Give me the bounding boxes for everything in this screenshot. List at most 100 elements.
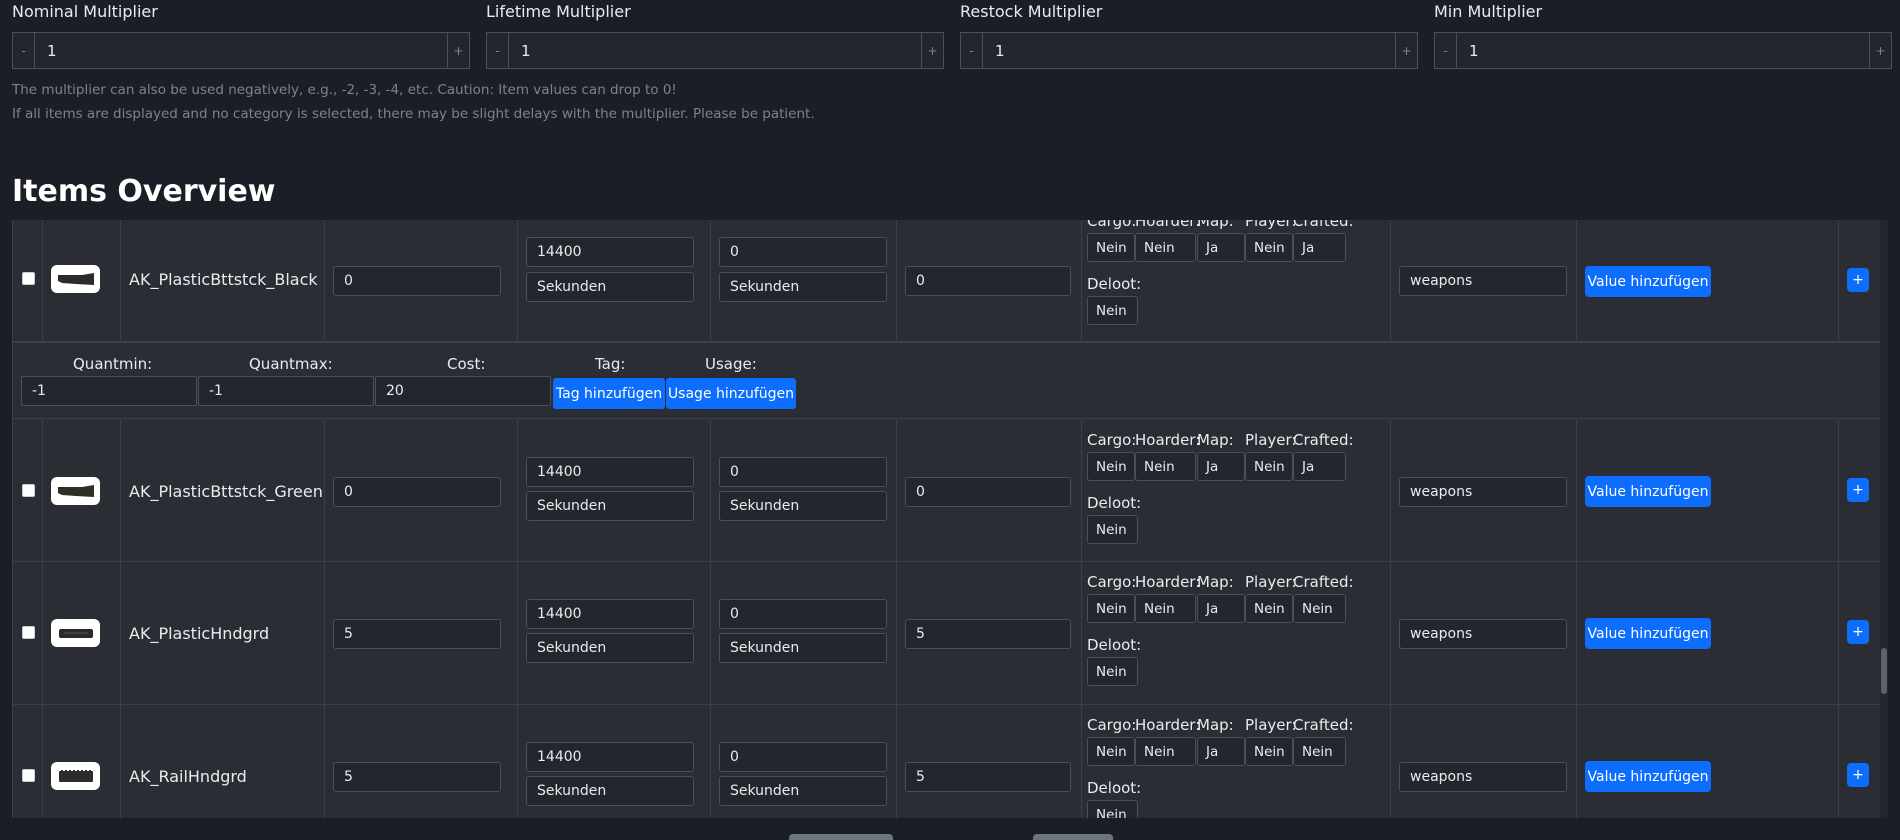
player-select[interactable]: Nein <box>1245 452 1293 481</box>
cargo-select[interactable]: Nein <box>1087 233 1135 262</box>
quantmax-input[interactable]: -1 <box>198 376 374 406</box>
min-increment-button[interactable]: + <box>1869 32 1892 69</box>
min-multiplier-label: Min Multiplier <box>1434 2 1543 21</box>
lifetime-input[interactable]: 14400 <box>526 599 694 629</box>
min-input[interactable]: 5 <box>905 762 1071 792</box>
nominal-input[interactable]: 5 <box>333 619 501 649</box>
crafted-label: Crafted: <box>1293 431 1354 449</box>
deloot-select[interactable]: Nein <box>1087 800 1138 818</box>
lifetime-unit-select[interactable]: Sekunden <box>526 491 694 521</box>
lifetime-input[interactable]: 14400 <box>526 237 694 267</box>
hoarder-select[interactable]: Nein <box>1135 233 1196 262</box>
pagination-button-next[interactable] <box>1033 834 1113 840</box>
lifetime-increment-button[interactable]: + <box>921 32 944 69</box>
map-select[interactable]: Ja <box>1197 233 1245 262</box>
crafted-select[interactable]: Nein <box>1293 737 1346 766</box>
row-select-checkbox[interactable] <box>22 626 35 639</box>
cost-input[interactable]: 20 <box>375 376 551 406</box>
pagination-button-prev[interactable] <box>789 834 893 840</box>
restock-input[interactable]: 0 <box>719 742 887 772</box>
expand-plus-button[interactable]: + <box>1847 763 1869 787</box>
crafted-label: Crafted: <box>1293 220 1354 230</box>
restock-unit-select[interactable]: Sekunden <box>719 272 887 302</box>
min-decrement-button[interactable]: - <box>1434 32 1457 69</box>
expand-plus-button[interactable]: + <box>1847 478 1869 502</box>
min-input[interactable]: 5 <box>905 619 1071 649</box>
tag-add-button[interactable]: Tag hinzufügen <box>553 378 665 409</box>
cargo-label: Cargo: <box>1087 573 1137 591</box>
cargo-select[interactable]: Nein <box>1087 737 1135 766</box>
restock-unit-select[interactable]: Sekunden <box>719 491 887 521</box>
usage-label: Usage: <box>705 355 757 373</box>
min-input[interactable]: 0 <box>905 266 1071 296</box>
map-select[interactable]: Ja <box>1197 452 1245 481</box>
nominal-decrement-button[interactable]: - <box>12 32 35 69</box>
deloot-select[interactable]: Nein <box>1087 296 1138 325</box>
value-add-button[interactable]: Value hinzufügen <box>1585 618 1711 649</box>
crafted-select[interactable]: Nein <box>1293 594 1346 623</box>
map-select[interactable]: Ja <box>1197 737 1245 766</box>
nominal-input[interactable]: 0 <box>333 266 501 296</box>
restock-multiplier-label: Restock Multiplier <box>960 2 1103 21</box>
cargo-select[interactable]: Nein <box>1087 594 1135 623</box>
category-input[interactable]: weapons <box>1399 266 1567 296</box>
tag-label: Tag: <box>595 355 626 373</box>
table-scrollbar-thumb[interactable] <box>1881 648 1887 694</box>
hoarder-select[interactable]: Nein <box>1135 594 1196 623</box>
player-select[interactable]: Nein <box>1245 737 1293 766</box>
min-multiplier-input[interactable]: 1 <box>1457 32 1869 69</box>
lifetime-multiplier-input[interactable]: 1 <box>509 32 921 69</box>
lifetime-input[interactable]: 14400 <box>526 742 694 772</box>
map-select[interactable]: Ja <box>1197 594 1245 623</box>
value-add-button[interactable]: Value hinzufügen <box>1585 266 1711 297</box>
page-title: Items Overview <box>12 174 276 209</box>
hoarder-select[interactable]: Nein <box>1135 452 1196 481</box>
map-label: Map: <box>1197 220 1234 230</box>
usage-add-button[interactable]: Usage hinzufügen <box>666 378 796 409</box>
deloot-select[interactable]: Nein <box>1087 515 1138 544</box>
map-label: Map: <box>1197 573 1234 591</box>
restock-input[interactable]: 0 <box>719 457 887 487</box>
lifetime-unit-select[interactable]: Sekunden <box>526 272 694 302</box>
restock-unit-select[interactable]: Sekunden <box>719 776 887 806</box>
lifetime-unit-select[interactable]: Sekunden <box>526 776 694 806</box>
category-input[interactable]: weapons <box>1399 477 1567 507</box>
cargo-select[interactable]: Nein <box>1087 452 1135 481</box>
nominal-multiplier-input[interactable]: 1 <box>35 32 447 69</box>
expand-plus-button[interactable]: + <box>1847 268 1869 292</box>
player-select[interactable]: Nein <box>1245 233 1293 262</box>
table-scrollbar-track[interactable] <box>1880 220 1888 818</box>
lifetime-decrement-button[interactable]: - <box>486 32 509 69</box>
crafted-select[interactable]: Ja <box>1293 233 1346 262</box>
restock-multiplier-input[interactable]: 1 <box>983 32 1395 69</box>
item-name: AK_PlasticHndgrd <box>129 624 270 643</box>
expand-plus-button[interactable]: + <box>1847 620 1869 644</box>
player-select[interactable]: Nein <box>1245 594 1293 623</box>
value-add-button[interactable]: Value hinzufügen <box>1585 476 1711 507</box>
quantmin-input[interactable]: -1 <box>21 376 197 406</box>
row-select-checkbox[interactable] <box>22 272 35 285</box>
quantmin-label: Quantmin: <box>73 355 153 373</box>
row-select-checkbox[interactable] <box>22 484 35 497</box>
deloot-select[interactable]: Nein <box>1087 657 1138 686</box>
hoarder-select[interactable]: Nein <box>1135 737 1196 766</box>
crafted-select[interactable]: Ja <box>1293 452 1346 481</box>
lifetime-input[interactable]: 14400 <box>526 457 694 487</box>
category-input[interactable]: weapons <box>1399 762 1567 792</box>
value-add-button[interactable]: Value hinzufügen <box>1585 761 1711 792</box>
restock-increment-button[interactable]: + <box>1395 32 1418 69</box>
nominal-input[interactable]: 5 <box>333 762 501 792</box>
restock-input[interactable]: 0 <box>719 599 887 629</box>
row-select-checkbox[interactable] <box>22 769 35 782</box>
restock-decrement-button[interactable]: - <box>960 32 983 69</box>
restock-unit-select[interactable]: Sekunden <box>719 633 887 663</box>
restock-input[interactable]: 0 <box>719 237 887 267</box>
min-input[interactable]: 0 <box>905 477 1071 507</box>
nominal-input[interactable]: 0 <box>333 477 501 507</box>
nominal-increment-button[interactable]: + <box>447 32 470 69</box>
table-row: AK_PlasticHndgrd 5 14400 Sekunden 0 Seku… <box>13 562 1883 705</box>
map-label: Map: <box>1197 431 1234 449</box>
deloot-label: Deloot: <box>1087 636 1142 654</box>
category-input[interactable]: weapons <box>1399 619 1567 649</box>
lifetime-unit-select[interactable]: Sekunden <box>526 633 694 663</box>
